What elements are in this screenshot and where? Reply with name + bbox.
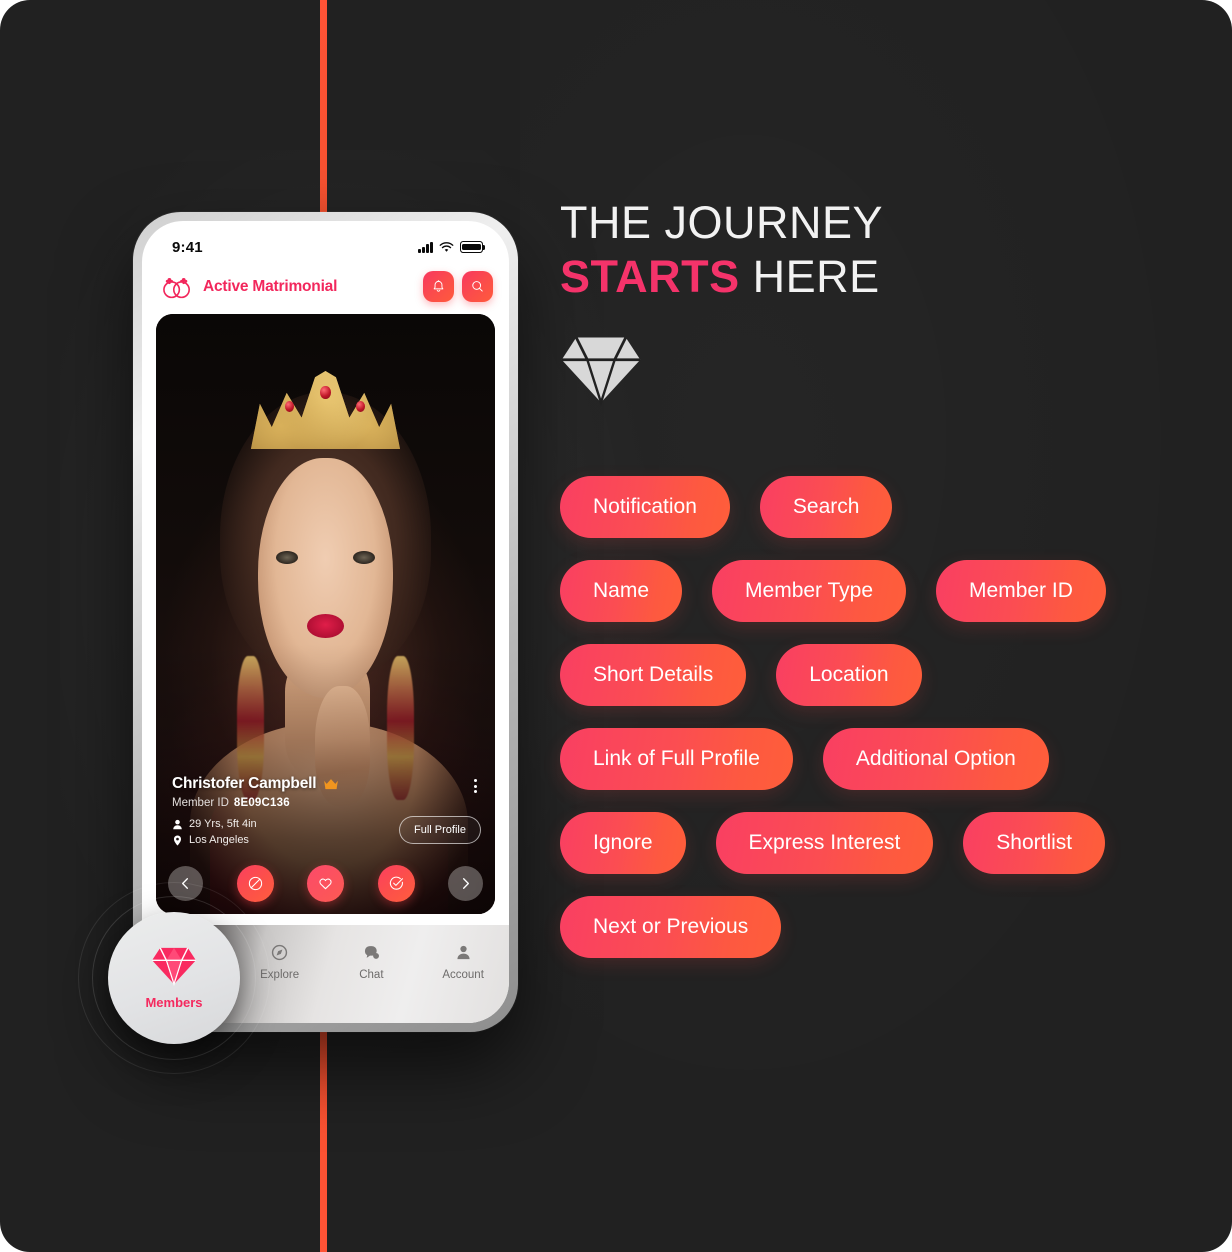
brand: Active Matrimonial xyxy=(160,274,337,300)
right-panel: THE JOURNEY STARTS HERE Notification Sea… xyxy=(560,196,1200,959)
next-button[interactable] xyxy=(448,866,483,901)
notification-button[interactable] xyxy=(423,271,454,302)
shortlist-button[interactable] xyxy=(377,865,415,902)
nav-label-members: Members xyxy=(145,995,203,1010)
pill-location[interactable]: Location xyxy=(776,644,922,707)
check-circle-icon xyxy=(389,876,403,890)
member-age-height: 29 Yrs, 5ft 4in xyxy=(189,818,257,830)
card-more-button[interactable] xyxy=(470,777,481,795)
headline-tail: HERE xyxy=(739,250,880,302)
crown-icon xyxy=(324,779,339,790)
bell-icon xyxy=(433,280,444,292)
pill-notification[interactable]: Notification xyxy=(560,476,730,539)
member-location: Los Angeles xyxy=(189,834,249,846)
phone-screen: 9:41 Active Matrimonial Christofer Campb… xyxy=(142,221,509,1023)
header-buttons xyxy=(423,271,493,302)
chevron-right-icon xyxy=(463,878,469,889)
location-pin-icon xyxy=(173,835,182,846)
feature-pill-list: Notification Search Name Member Type Mem… xyxy=(560,476,1200,959)
full-profile-button[interactable]: Full Profile xyxy=(399,816,481,844)
pill-row: Ignore Express Interest Shortlist xyxy=(560,812,1200,875)
person-icon xyxy=(173,819,182,829)
express-interest-button[interactable] xyxy=(307,865,344,902)
app-header: Active Matrimonial xyxy=(142,265,509,314)
search-icon xyxy=(472,281,483,292)
nav-item-explore[interactable]: Explore xyxy=(234,943,326,981)
pill-row: Notification Search xyxy=(560,476,1200,539)
pill-search[interactable]: Search xyxy=(759,476,893,539)
pill-row: Next or Previous xyxy=(560,896,1200,959)
pill-express-interest[interactable]: Express Interest xyxy=(715,812,934,875)
pill-next-or-previous[interactable]: Next or Previous xyxy=(560,896,782,959)
heart-icon xyxy=(319,878,332,890)
chat-bubble-icon xyxy=(364,946,379,959)
pill-member-id[interactable]: Member ID xyxy=(936,560,1106,623)
previous-button[interactable] xyxy=(168,866,203,901)
diamond-icon xyxy=(561,337,641,407)
member-id-value: 8E09C136 xyxy=(233,797,290,809)
pill-additional-option[interactable]: Additional Option xyxy=(822,728,1049,791)
member-name: Christofer Campbell xyxy=(172,775,317,792)
member-id-row: Member ID 8E09C136 xyxy=(172,797,481,809)
nav-label-explore: Explore xyxy=(260,969,300,981)
pill-member-type[interactable]: Member Type xyxy=(712,560,907,623)
pill-row: Link of Full Profile Additional Option xyxy=(560,728,1200,791)
headline: THE JOURNEY STARTS HERE xyxy=(560,196,1200,303)
pill-name[interactable]: Name xyxy=(560,560,683,623)
poster-canvas: 9:41 Active Matrimonial Christofer Campb… xyxy=(0,0,1232,1252)
rings-logo-icon xyxy=(163,277,190,298)
wifi-icon xyxy=(439,241,454,252)
search-button[interactable] xyxy=(462,271,493,302)
nav-item-account[interactable]: Account xyxy=(417,943,509,981)
headline-line-2: STARTS HERE xyxy=(560,250,1200,304)
pill-short-details[interactable]: Short Details xyxy=(560,644,747,707)
nav-label-chat: Chat xyxy=(359,969,384,981)
pill-row: Name Member Type Member ID xyxy=(560,560,1200,623)
diamond-icon xyxy=(152,947,196,986)
person-icon xyxy=(457,945,470,960)
pill-ignore[interactable]: Ignore xyxy=(560,812,686,875)
status-time: 9:41 xyxy=(172,238,203,256)
status-bar: 9:41 xyxy=(142,221,509,265)
ignore-button[interactable] xyxy=(236,865,274,902)
battery-icon xyxy=(460,241,486,253)
pill-link-of-full-profile[interactable]: Link of Full Profile xyxy=(560,728,793,791)
member-card[interactable]: Christofer Campbell Member ID 8E09C136 2… xyxy=(156,314,495,914)
card-info: Christofer Campbell Member ID 8E09C136 2… xyxy=(172,775,481,846)
pill-shortlist[interactable]: Shortlist xyxy=(963,812,1106,875)
member-id-label: Member ID xyxy=(172,797,229,809)
chevron-left-icon xyxy=(182,878,188,889)
member-name-row: Christofer Campbell xyxy=(172,775,481,793)
card-action-bar xyxy=(168,865,483,902)
brand-name: Active Matrimonial xyxy=(203,277,338,295)
diamond-illustration xyxy=(560,331,1200,414)
block-circle-icon xyxy=(248,876,262,891)
headline-line-1: THE JOURNEY xyxy=(560,197,884,248)
nav-item-chat[interactable]: Chat xyxy=(326,943,418,981)
nav-label-account: Account xyxy=(442,969,484,981)
pill-row: Short Details Location xyxy=(560,644,1200,707)
nav-item-members[interactable]: Members xyxy=(108,912,240,1044)
headline-strong: STARTS xyxy=(560,250,740,302)
compass-icon xyxy=(271,944,288,961)
signal-icon xyxy=(418,241,433,253)
status-icons xyxy=(418,241,486,253)
phone-mockup: 9:41 Active Matrimonial Christofer Campb… xyxy=(133,212,518,1032)
